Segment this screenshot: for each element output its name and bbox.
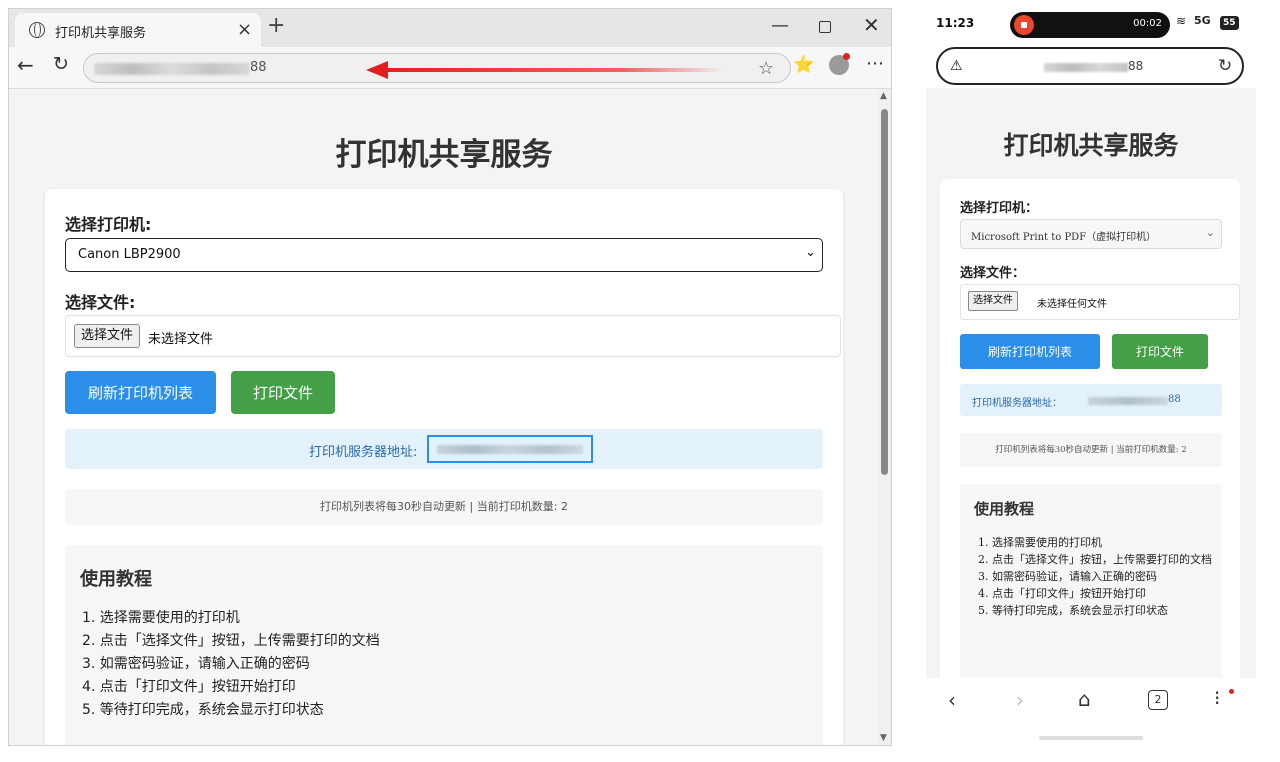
scroll-up-icon[interactable]: ▲ (880, 91, 887, 101)
url-input[interactable]: 88 ☆ (83, 53, 791, 83)
print-file-button[interactable]: 打印文件 (1112, 334, 1208, 369)
star-icon[interactable]: ☆ (758, 58, 774, 79)
scroll-down-icon[interactable]: ▼ (880, 733, 887, 743)
select-file-label: 选择文件： (960, 266, 1026, 281)
recording-time: 00:02 (1133, 18, 1162, 29)
tutorial-step: 5. 等待打印完成，系统会显示打印状态 (82, 702, 324, 718)
recording-pill[interactable]: 00:02 (1010, 12, 1170, 38)
notification-dot (843, 53, 850, 60)
stop-record-icon[interactable] (1014, 15, 1034, 35)
forward-icon[interactable]: › (1016, 688, 1024, 712)
file-input: 选择文件 未选择文件 (65, 315, 841, 357)
menu-icon[interactable]: ⁝ (1214, 686, 1220, 710)
new-tab-button[interactable]: + (267, 13, 285, 38)
file-input: 选择文件 未选择任何文件 (960, 284, 1240, 320)
printer-select-value: Microsoft Print to PDF（虚拟打印机） (971, 232, 1157, 243)
tutorial-title: 使用教程 (974, 500, 1035, 518)
server-address-redacted (437, 445, 583, 454)
no-file-text: 未选择任何文件 (1037, 299, 1107, 310)
tutorial-step: 2. 点击「选择文件」按钮，上传需要打印的文档 (82, 633, 380, 649)
server-address-panel: 打印机服务器地址: (65, 429, 823, 469)
choose-file-button[interactable]: 选择文件 (968, 291, 1018, 311)
refresh-printers-button[interactable]: 刷新打印机列表 (960, 334, 1100, 369)
no-file-text: 未选择文件 (148, 332, 214, 347)
warning-icon[interactable]: ⚠ (950, 58, 963, 74)
battery-icon: 55 (1220, 16, 1239, 30)
select-printer-label: 选择打印机: (65, 215, 152, 234)
tab-title: 打印机共享服务 (55, 26, 147, 41)
url-tail-text: 88 (1128, 59, 1144, 73)
tutorial-step: 4. 点击「打印文件」按钮开始打印 (82, 679, 296, 695)
home-icon[interactable]: ⌂ (1078, 687, 1091, 711)
chevron-down-icon: ⌄ (1205, 226, 1215, 239)
tab-bar: 打印机共享服务 × + — ✕ (9, 9, 891, 47)
notification-dot (1229, 689, 1234, 694)
select-file-label: 选择文件: (65, 293, 136, 312)
mobile-page-viewport: 打印机共享服务 选择打印机： Microsoft Print to PDF（虚拟… (926, 88, 1256, 714)
server-address-redacted (1088, 397, 1168, 405)
page-title: 打印机共享服务 (1003, 131, 1179, 160)
printer-select[interactable]: Microsoft Print to PDF（虚拟打印机） ⌄ (960, 219, 1222, 249)
tutorial-list: 1. 选择需要使用的打印机 2. 点击「选择文件」按钮，上传需要打印的文档 3.… (82, 607, 380, 722)
scrollbar[interactable]: ▲ ▼ (877, 89, 891, 745)
main-card: 选择打印机: Canon LBP2900 ⌄ 选择文件: 选择文件 未选择文件 … (45, 189, 843, 745)
server-address-panel: 打印机服务器地址： 88 (960, 384, 1222, 416)
wifi-icon: ≋ (1176, 14, 1187, 28)
server-address-label: 打印机服务器地址： (972, 398, 1062, 409)
tutorial-title: 使用教程 (80, 569, 152, 590)
desktop-browser-window: 打印机共享服务 × + — ✕ ← ↻ 88 ☆ ⭐ ⋯ 打印机共享服务 选择打… (8, 8, 892, 746)
tutorial-list: 1. 选择需要使用的打印机 2. 点击「选择文件」按钮，上传需要打印的文档 3.… (978, 534, 1214, 619)
address-bar: ← ↻ 88 ☆ ⭐ ⋯ (9, 47, 891, 89)
maximize-button[interactable] (819, 21, 831, 33)
tutorial-step: 1. 选择需要使用的打印机 (82, 610, 240, 626)
globe-icon (29, 22, 45, 38)
select-printer-label: 选择打印机： (960, 201, 1039, 216)
tutorial-step: 1. 选择需要使用的打印机 (978, 536, 1102, 549)
chevron-down-icon: ⌄ (805, 245, 816, 260)
annotation-arrow (384, 68, 724, 72)
scroll-thumb[interactable] (881, 109, 888, 475)
server-address-tail: 88 (1168, 394, 1181, 405)
more-icon[interactable]: ⋯ (866, 53, 884, 74)
home-indicator[interactable] (1039, 736, 1143, 740)
tabs-count-icon[interactable]: 2 (1148, 690, 1168, 710)
back-icon[interactable]: ‹ (948, 688, 956, 712)
favorites-icon[interactable]: ⭐ (793, 55, 814, 75)
tutorial-step: 4. 点击「打印文件」按钮开始打印 (978, 587, 1146, 600)
minimize-button[interactable]: — (771, 15, 789, 36)
print-file-button[interactable]: 打印文件 (231, 371, 335, 414)
main-card: 选择打印机： Microsoft Print to PDF（虚拟打印机） ⌄ 选… (940, 179, 1240, 714)
url-redacted (94, 63, 250, 75)
signal-icon: 5G (1194, 14, 1211, 27)
reload-icon[interactable]: ↻ (53, 53, 69, 75)
refresh-printers-button[interactable]: 刷新打印机列表 (65, 371, 216, 414)
tutorial-step: 3. 如需密码验证，请输入正确的密码 (978, 570, 1157, 583)
tutorial-step: 2. 点击「选择文件」按钮，上传需要打印的文档 (978, 553, 1212, 566)
page-viewport: 打印机共享服务 选择打印机: Canon LBP2900 ⌄ 选择文件: 选择文… (11, 89, 877, 745)
status-text: 打印机列表将每30秒自动更新 | 当前打印机数量: 2 (65, 489, 823, 525)
page-title: 打印机共享服务 (335, 137, 553, 173)
status-time: 11:23 (936, 16, 975, 30)
tutorial-panel: 使用教程 1. 选择需要使用的打印机 2. 点击「选择文件」按钮，上传需要打印的… (65, 545, 823, 745)
reload-icon[interactable]: ↻ (1218, 56, 1232, 76)
choose-file-button[interactable]: 选择文件 (74, 324, 141, 348)
browser-tab[interactable]: 打印机共享服务 × (15, 13, 261, 47)
back-icon[interactable]: ← (17, 53, 34, 77)
tutorial-step: 5. 等待打印完成，系统会显示打印状态 (978, 604, 1168, 617)
printer-select-value: Canon LBP2900 (78, 247, 181, 262)
tutorial-step: 3. 如需密码验证，请输入正确的密码 (82, 656, 310, 672)
status-text: 打印机列表将每30秒自动更新 | 当前打印机数量: 2 (960, 433, 1222, 467)
mobile-browser: 11:23 00:02 ≋ 5G 55 ⚠ 88 ↻ 打印机共享服务 选择打印机… (924, 0, 1258, 760)
mobile-nav-bar: ‹ › ⌂ 2 ⁝ (924, 678, 1258, 728)
mobile-url-bar[interactable]: ⚠ 88 ↻ (936, 47, 1244, 85)
url-redacted (1044, 63, 1128, 72)
url-tail-text: 88 (250, 60, 267, 75)
server-address-highlight (427, 435, 593, 463)
window-close-button[interactable]: ✕ (863, 13, 880, 37)
server-address-label: 打印机服务器地址: (309, 445, 418, 460)
printer-select[interactable]: Canon LBP2900 ⌄ (65, 238, 823, 272)
tab-close-icon[interactable]: × (237, 19, 252, 40)
